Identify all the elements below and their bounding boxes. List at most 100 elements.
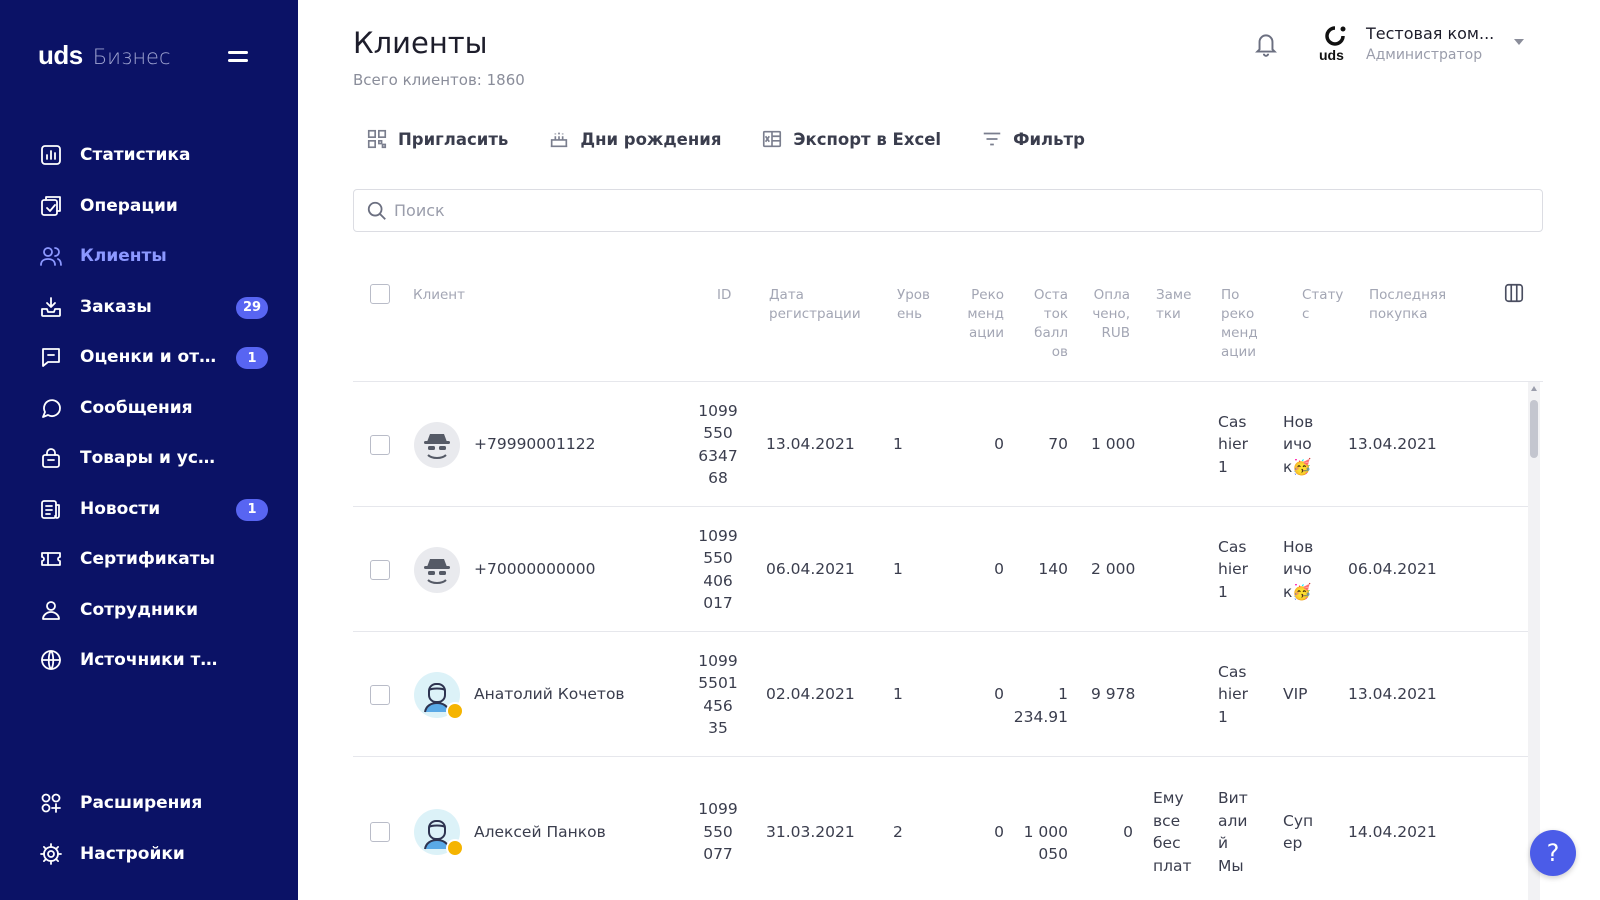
client-id: 1099 550 406 017 bbox=[698, 526, 738, 613]
client-level: 1 bbox=[893, 560, 903, 579]
client-name[interactable]: +79990001122 bbox=[474, 433, 595, 456]
sidebar-item-label: Статистика bbox=[80, 145, 191, 166]
count-badge: 29 bbox=[236, 296, 268, 319]
ticket-icon bbox=[38, 546, 64, 572]
points-balance: 140 bbox=[1038, 560, 1068, 579]
crown-icon bbox=[446, 701, 464, 720]
bell-icon[interactable] bbox=[1253, 30, 1279, 58]
client-name[interactable]: Алексей Панков bbox=[474, 821, 606, 844]
birthdays-label: Дни рождения bbox=[580, 129, 722, 149]
col-recommendations[interactable]: Реко менд ации bbox=[964, 286, 1004, 343]
client-name[interactable]: +70000000000 bbox=[474, 558, 595, 581]
search-box bbox=[353, 189, 1543, 232]
sidebar-item-chart[interactable]: Статистика bbox=[0, 130, 298, 181]
client-level: 1 bbox=[893, 435, 903, 454]
export-excel-button[interactable]: Экспорт в Excel bbox=[761, 128, 941, 150]
count-badge: 1 bbox=[236, 347, 268, 369]
extensions-icon bbox=[38, 790, 64, 816]
col-client[interactable]: Клиент bbox=[413, 286, 465, 305]
sidebar-nav-bottom: Расширения Настройки bbox=[0, 778, 298, 879]
last-purchase: 14.04.2021 bbox=[1348, 822, 1437, 841]
chevron-down-icon[interactable] bbox=[1514, 39, 1524, 45]
svg-text:uds: uds bbox=[1319, 47, 1344, 63]
columns-settings-icon[interactable] bbox=[1503, 282, 1525, 304]
cake-icon bbox=[551, 132, 568, 148]
reg-date: 06.04.2021 bbox=[766, 560, 855, 579]
sidebar-item-label: Клиенты bbox=[80, 246, 167, 267]
search-input[interactable] bbox=[394, 201, 1494, 220]
last-purchase: 13.04.2021 bbox=[1348, 685, 1437, 704]
sidebar-item-orders[interactable]: Заказы 29 bbox=[0, 282, 298, 333]
col-balance[interactable]: Оста ток балл ов bbox=[1028, 286, 1068, 362]
table-row[interactable]: Алексей Панков 1099 550 077 31.03.2021 2 0 1 … bbox=[353, 757, 1528, 900]
paid-amount: 2 000 bbox=[1091, 560, 1136, 579]
table-row[interactable]: Анатолий Кочетов 1099 5501 456 35 02.04.20… bbox=[353, 632, 1528, 757]
birthdays-button[interactable]: Дни рождения bbox=[548, 128, 721, 150]
operations-icon bbox=[38, 193, 64, 219]
sidebar-item-person[interactable]: Сотрудники bbox=[0, 585, 298, 636]
sidebar-item-news[interactable]: Новости 1 bbox=[0, 484, 298, 535]
menu-collapse-icon[interactable] bbox=[228, 49, 248, 63]
sidebar-item-operations[interactable]: Операции bbox=[0, 181, 298, 232]
paid-amount: 9 978 bbox=[1091, 685, 1136, 704]
chart-icon bbox=[38, 142, 64, 168]
sidebar-item-bag[interactable]: Товары и услуги bbox=[0, 433, 298, 484]
col-level[interactable]: Уров ень bbox=[897, 286, 930, 324]
table-scrollbar[interactable] bbox=[1528, 382, 1540, 900]
col-last-purchase[interactable]: Последняя покупка bbox=[1369, 286, 1446, 324]
sidebar-item-ticket[interactable]: Сертификаты bbox=[0, 534, 298, 585]
sidebar-item-users[interactable]: Клиенты bbox=[0, 231, 298, 282]
col-paid[interactable]: Опла чено, RUB bbox=[1090, 286, 1130, 343]
table-row[interactable]: +70000000000 1099 550 406 017 06.04.2021 1 0… bbox=[353, 507, 1528, 632]
company-logo-icon: uds bbox=[1319, 26, 1346, 63]
filter-icon bbox=[983, 132, 1001, 146]
filter-button[interactable]: Фильтр bbox=[981, 128, 1085, 150]
reviews-icon bbox=[38, 344, 64, 370]
col-reg-date[interactable]: Дата регистрации bbox=[769, 286, 861, 324]
col-notes[interactable]: Заме тки bbox=[1156, 286, 1191, 324]
help-button[interactable]: ? bbox=[1530, 830, 1576, 876]
scroll-thumb[interactable] bbox=[1530, 400, 1538, 458]
col-by-recommendation[interactable]: По реко менд ации bbox=[1221, 286, 1258, 362]
select-all-checkbox[interactable] bbox=[370, 284, 390, 304]
sidebar-item-globe[interactable]: Источники трафика bbox=[0, 635, 298, 686]
sidebar-item-chat[interactable]: Сообщения bbox=[0, 383, 298, 434]
points-balance: 70 bbox=[1048, 435, 1068, 454]
row-checkbox[interactable] bbox=[370, 684, 390, 705]
globe-icon bbox=[38, 647, 64, 673]
person-icon bbox=[38, 597, 64, 623]
row-checkbox[interactable] bbox=[370, 559, 390, 580]
sidebar-item-label: Сотрудники bbox=[80, 599, 199, 620]
sidebar-item-reviews[interactable]: Оценки и отзывы 1 bbox=[0, 332, 298, 383]
col-id[interactable]: ID bbox=[717, 286, 731, 305]
company-name[interactable]: Тестовая ком... bbox=[1366, 24, 1494, 43]
last-purchase: 13.04.2021 bbox=[1348, 435, 1437, 454]
sidebar-item-extensions[interactable]: Расширения bbox=[0, 778, 298, 829]
scroll-up-icon[interactable] bbox=[1531, 386, 1537, 391]
invite-button[interactable]: Пригласить bbox=[366, 128, 508, 150]
paid-amount: 1 000 bbox=[1091, 435, 1136, 454]
sidebar-item-label: Заказы bbox=[80, 296, 152, 317]
col-status[interactable]: Стату с bbox=[1302, 286, 1343, 324]
row-checkbox[interactable] bbox=[370, 822, 390, 842]
brand-logo[interactable]: uds Бизнес bbox=[38, 40, 171, 71]
recommended-by: Cas hier 1 bbox=[1218, 662, 1249, 726]
sidebar-item-label: Источники трафика bbox=[80, 650, 225, 671]
row-checkbox[interactable] bbox=[370, 434, 390, 455]
client-name[interactable]: Анатолий Кочетов bbox=[474, 683, 625, 706]
qr-icon bbox=[367, 129, 387, 149]
client-status: Суп ер bbox=[1283, 811, 1314, 853]
company-role: Администратор bbox=[1366, 47, 1483, 63]
excel-icon bbox=[763, 130, 782, 148]
table-row[interactable]: +79990001122 1099 550 6347 68 13.04.2021 1 0… bbox=[353, 382, 1528, 507]
recommendations-count: 0 bbox=[994, 435, 1004, 454]
client-id: 1099 550 6347 68 bbox=[698, 401, 738, 488]
reg-date: 13.04.2021 bbox=[766, 435, 855, 454]
recommendations-count: 0 bbox=[994, 822, 1004, 841]
reg-date: 02.04.2021 bbox=[766, 685, 855, 704]
invite-label: Пригласить bbox=[398, 129, 509, 149]
toolbar: Пригласить Дни рождения Экспорт в Excel … bbox=[366, 128, 1125, 150]
client-status: VIP bbox=[1283, 685, 1308, 704]
search-icon bbox=[367, 201, 386, 220]
sidebar-item-gear[interactable]: Настройки bbox=[0, 829, 298, 880]
